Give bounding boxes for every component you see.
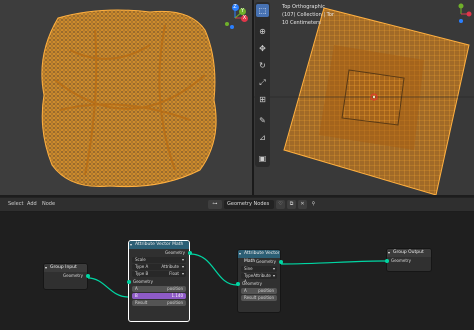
node-editor-header: Select Add Node ⊶ Geometry Nodes ♡ ⧉ ✕ ⚲ — [0, 197, 474, 211]
operation-dropdown[interactable]: Scale — [132, 257, 186, 263]
add-cube-icon[interactable]: ▣ — [256, 152, 269, 165]
geometry-socket-icon[interactable] — [384, 258, 389, 263]
type-b-dropdown[interactable]: Type B Float — [132, 271, 186, 277]
type-a-dropdown[interactable]: Type A Attribute — [241, 273, 277, 284]
result-field[interactable]: Result position — [132, 300, 186, 306]
node-editor-canvas[interactable]: Group Input Geometry Attribute Vector Ma… — [0, 212, 474, 330]
operation-dropdown[interactable]: Sine — [241, 266, 277, 272]
move-icon[interactable]: ✥ — [256, 42, 269, 55]
transform-icon[interactable]: ⊞ — [256, 93, 269, 106]
wireframe-mesh-top — [254, 7, 474, 195]
socket-in-geometry[interactable]: Geometry — [235, 280, 280, 287]
grid-scale: 10 Centimeters — [282, 20, 321, 26]
gizmo-axes-top-icon — [458, 3, 472, 23]
wireframe-mesh-perspective — [41, 9, 217, 188]
geometry-socket-icon[interactable] — [85, 273, 90, 278]
node-attribute-vector-math-2[interactable]: Attribute Vector Math Geometry Sine Type… — [235, 249, 283, 313]
node-tree-type-button[interactable]: ⊶ — [208, 200, 222, 209]
viewport-top-orthographic[interactable] — [254, 0, 474, 195]
menu-add[interactable]: Add — [27, 201, 37, 207]
node-tree-name-field[interactable]: Geometry Nodes — [224, 200, 274, 209]
socket-in-geometry[interactable]: Geometry — [384, 257, 431, 264]
socket-in-geometry[interactable]: Geometry — [126, 278, 189, 285]
socket-out-geometry[interactable]: Geometry — [129, 249, 192, 256]
annotate-icon[interactable]: ✎ — [256, 114, 269, 127]
node-title: Group Input — [44, 264, 87, 272]
scale-icon[interactable]: ⤢ — [256, 76, 269, 89]
geometry-socket-icon[interactable] — [278, 259, 283, 264]
viewport-info-overlay: Top Orthographic (107) Collection | Tor … — [282, 3, 334, 27]
geometry-socket-icon[interactable] — [187, 250, 192, 255]
menu-node[interactable]: Node — [42, 201, 55, 207]
node-group-output[interactable]: Group Output Geometry — [384, 248, 432, 272]
node-attribute-vector-math-1[interactable]: Attribute Vector Math Geometry Scale Typ… — [126, 240, 192, 322]
result-field[interactable]: Result position — [241, 295, 277, 301]
gizmo-y-axis[interactable]: Y — [239, 8, 246, 15]
socket-out-geometry[interactable]: Geometry — [44, 272, 90, 279]
geometry-socket-icon[interactable] — [235, 281, 240, 286]
node-title: Attribute Vector Math — [129, 241, 189, 249]
cursor-icon[interactable]: ⊕ — [256, 25, 269, 38]
view-name: Top Orthographic — [282, 4, 325, 10]
node-title: Attribute Vector Math — [238, 250, 280, 264]
input-b-field[interactable]: B 1.140 — [132, 293, 186, 299]
geometry-socket-icon[interactable] — [126, 279, 131, 284]
type-a-dropdown[interactable]: Type A Attribute — [132, 264, 186, 270]
node-group-input[interactable]: Group Input Geometry — [43, 263, 90, 290]
close-icon[interactable]: ✕ — [298, 200, 307, 209]
navigation-gizmo[interactable]: Z X Y — [222, 4, 248, 30]
menu-select[interactable]: Select — [8, 201, 23, 207]
viewport-perspective[interactable]: Z X Y — [0, 0, 252, 195]
socket-out-geometry[interactable]: Geometry — [238, 258, 283, 265]
node-title: Group Output — [387, 249, 431, 257]
fake-user-icon[interactable]: ♡ — [276, 200, 285, 209]
navigation-gizmo-top[interactable] — [450, 3, 472, 25]
input-a-field[interactable]: A position — [241, 288, 277, 294]
duplicate-icon[interactable]: ⧉ — [287, 200, 296, 209]
node-tree-icon: ⊶ — [212, 201, 218, 207]
gizmo-z-axis[interactable]: Z — [231, 4, 239, 11]
collection-info: (107) Collection | Tor — [282, 12, 334, 18]
input-a-field[interactable]: A position — [132, 286, 186, 292]
gizmo-x-axis[interactable]: X — [241, 14, 248, 22]
measure-icon[interactable]: ⊿ — [256, 131, 269, 144]
select-box-icon[interactable]: ⬚ — [256, 4, 269, 17]
rotate-icon[interactable]: ↻ — [256, 59, 269, 72]
tool-shelf: ⬚ ⊕ ✥ ↻ ⤢ ⊞ ✎ ⊿ ▣ — [255, 2, 270, 167]
pin-icon[interactable]: ⚲ — [309, 200, 318, 209]
